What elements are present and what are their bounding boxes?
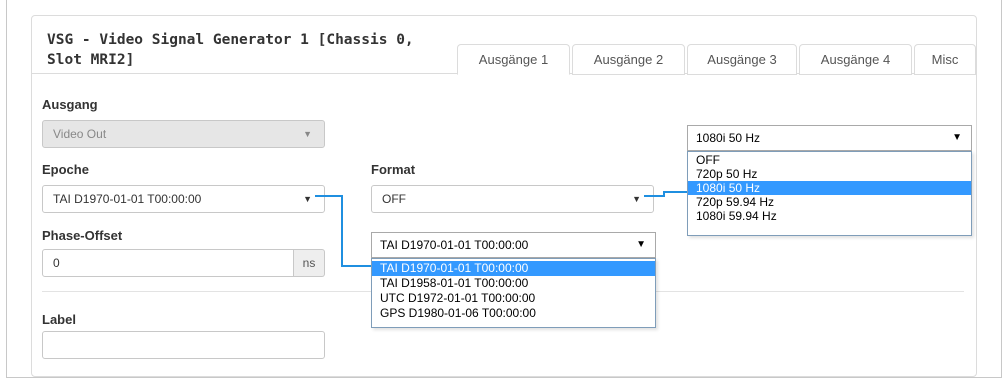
ausgang-select[interactable]: Video Out ▼: [42, 120, 325, 148]
caret-down-icon: ▼: [952, 132, 962, 143]
ausgang-label: Ausgang: [42, 97, 98, 112]
phase-offset-label: Phase-Offset: [42, 228, 123, 243]
tab-ausgaenge-4[interactable]: Ausgänge 4: [799, 44, 912, 75]
format-dropdown-select[interactable]: 1080i 50 Hz ▼: [687, 125, 972, 151]
tab-ausgaenge-3[interactable]: Ausgänge 3: [687, 44, 797, 75]
caret-down-icon: ▼: [303, 129, 312, 139]
tab-misc[interactable]: Misc: [914, 44, 976, 75]
panel-header: VSG - Video Signal Generator 1 [Chassis …: [32, 16, 976, 75]
ausgang-value: Video Out: [53, 127, 107, 141]
epoche-dropdown-selected: TAI D1970-01-01 T00:00:00: [380, 238, 529, 252]
format-dropdown-selected: 1080i 50 Hz: [696, 131, 761, 145]
format-option[interactable]: OFF: [688, 153, 971, 167]
phase-offset-input[interactable]: 0: [42, 249, 294, 277]
phase-offset-unit: ns: [294, 249, 325, 277]
epoche-dropdown-select[interactable]: TAI D1970-01-01 T00:00:00 ▼: [371, 232, 656, 258]
format-option-highlighted[interactable]: 1080i 50 Hz: [688, 181, 971, 195]
format-value: OFF: [382, 192, 406, 206]
epoche-option-highlighted[interactable]: TAI D1970-01-01 T00:00:00: [372, 261, 655, 276]
epoche-dropdown-list: TAI D1970-01-01 T00:00:00 TAI D1958-01-0…: [371, 258, 656, 328]
format-option[interactable]: 720p 59.94 Hz: [688, 195, 971, 209]
caret-down-icon: ▼: [636, 239, 646, 250]
epoche-option[interactable]: GPS D1980-01-06 T00:00:00: [372, 306, 655, 321]
caret-down-icon: ▼: [632, 194, 641, 204]
epoche-option[interactable]: TAI D1958-01-01 T00:00:00: [372, 276, 655, 291]
tab-ausgaenge-1[interactable]: Ausgänge 1: [457, 44, 570, 75]
epoche-label: Epoche: [42, 162, 89, 177]
format-option[interactable]: 720p 50 Hz: [688, 167, 971, 181]
epoche-option[interactable]: UTC D1972-01-01 T00:00:00: [372, 291, 655, 306]
label-input[interactable]: [42, 331, 325, 359]
caret-down-icon: ▼: [303, 194, 312, 204]
format-dropdown-list: OFF 720p 50 Hz 1080i 50 Hz 720p 59.94 Hz…: [687, 151, 972, 236]
format-label: Format: [371, 162, 416, 177]
label-field-label: Label: [42, 312, 76, 327]
epoche-select[interactable]: TAI D1970-01-01 T00:00:00 ▼: [42, 185, 325, 213]
format-select[interactable]: OFF ▼: [371, 185, 654, 213]
panel-title: VSG - Video Signal Generator 1 [Chassis …: [47, 32, 414, 68]
epoche-value: TAI D1970-01-01 T00:00:00: [53, 192, 202, 206]
tab-ausgaenge-2[interactable]: Ausgänge 2: [572, 44, 685, 75]
format-option[interactable]: 1080i 59.94 Hz: [688, 209, 971, 223]
